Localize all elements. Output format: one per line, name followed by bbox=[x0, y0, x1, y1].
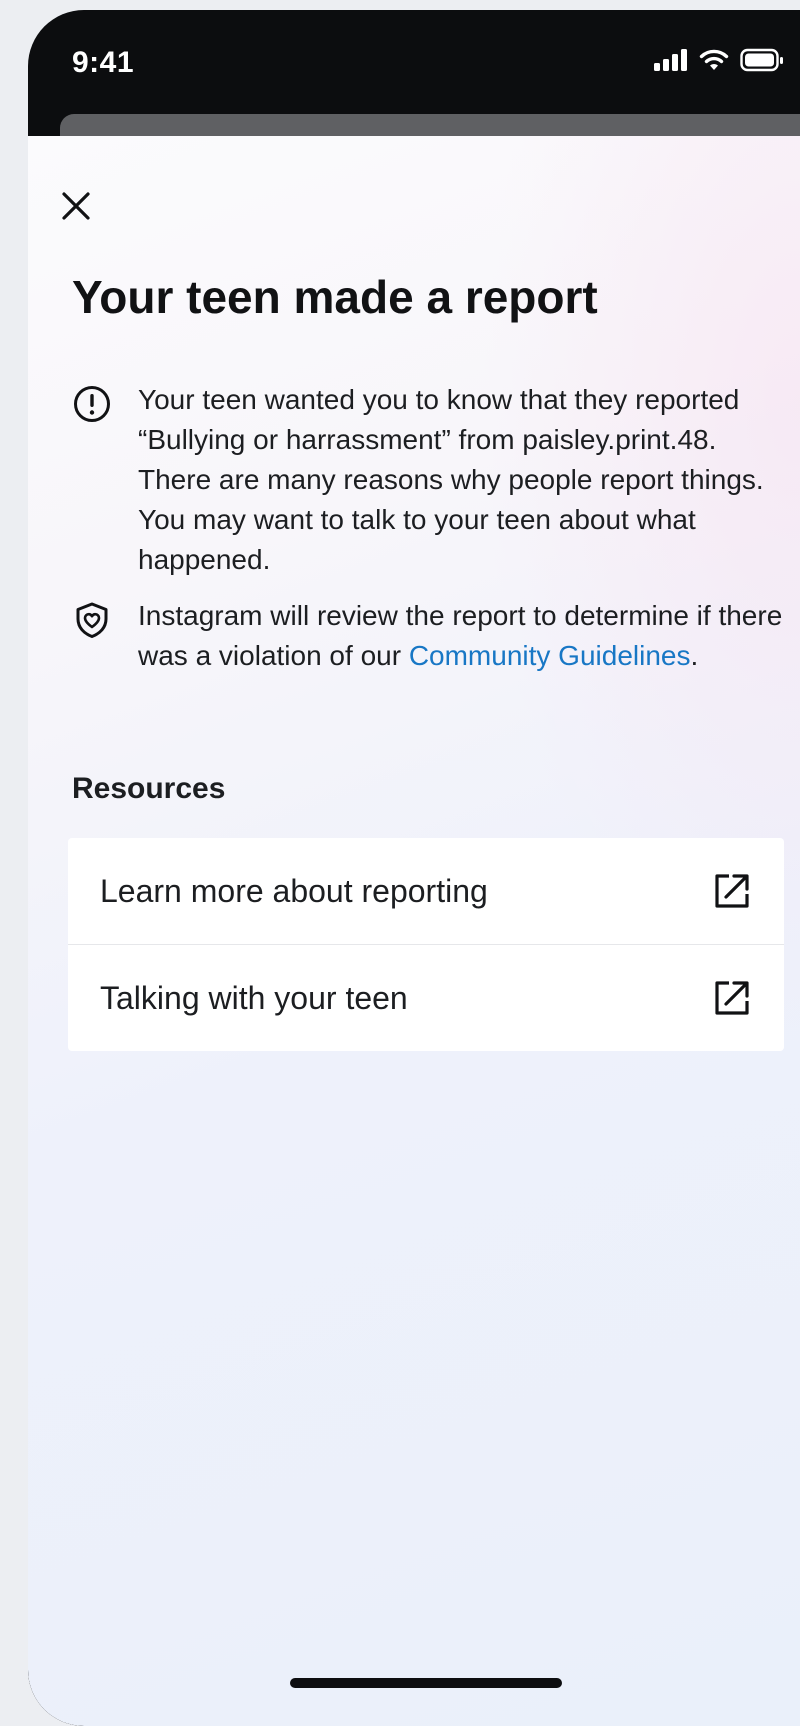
close-icon bbox=[62, 192, 90, 220]
alert-circle-icon bbox=[72, 384, 120, 580]
report-info-text: Your teen wanted you to know that they r… bbox=[138, 384, 764, 575]
resource-item-label: Talking with your teen bbox=[100, 979, 408, 1016]
status-time: 9:41 bbox=[72, 46, 135, 79]
resource-item-talking-teen[interactable]: Talking with your teen bbox=[68, 944, 784, 1051]
shield-icon bbox=[72, 600, 120, 676]
status-icons bbox=[654, 48, 784, 72]
resources-heading: Resources bbox=[72, 772, 226, 805]
page-title: Your teen made a report bbox=[72, 271, 598, 323]
battery-icon bbox=[740, 48, 783, 72]
resource-item-learn-reporting[interactable]: Learn more about reporting bbox=[68, 838, 784, 944]
review-info-text-end: . bbox=[690, 640, 699, 671]
resources-list: Learn more about reporting Talking with … bbox=[68, 838, 784, 1051]
report-info-row: Your teen wanted you to know that they r… bbox=[72, 380, 792, 580]
close-button[interactable] bbox=[54, 184, 98, 228]
home-indicator[interactable] bbox=[290, 1678, 562, 1688]
wifi-icon bbox=[699, 49, 729, 70]
cellular-signal-icon bbox=[654, 49, 687, 71]
review-info-row: Instagram will review the report to dete… bbox=[72, 596, 792, 676]
report-notification-sheet: Your teen made a report Your teen wanted… bbox=[28, 136, 800, 1726]
review-info-text: Instagram will review the report to dete… bbox=[138, 596, 792, 676]
resource-item-label: Learn more about reporting bbox=[100, 872, 488, 909]
community-guidelines-link[interactable]: Community Guidelines bbox=[409, 640, 691, 671]
external-link-icon bbox=[715, 981, 749, 1015]
external-link-icon bbox=[715, 874, 749, 908]
status-bar: 9:41 bbox=[28, 10, 800, 110]
phone-frame: 9:41 Your teen made a report Your teen w… bbox=[28, 10, 800, 1726]
